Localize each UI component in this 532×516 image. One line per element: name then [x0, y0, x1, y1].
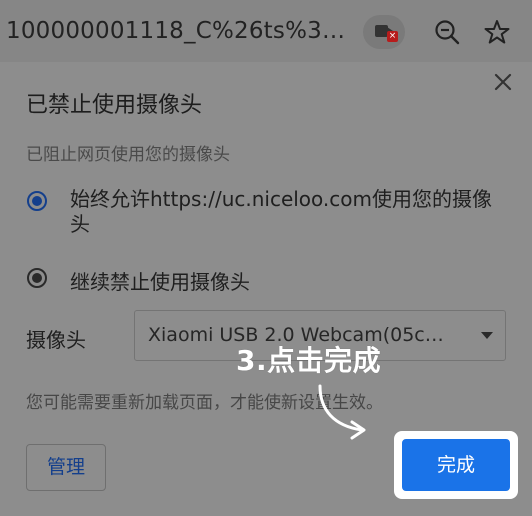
annotation-arrow-icon [318, 384, 366, 440]
done-button[interactable]: 完成 [402, 439, 510, 491]
option-allow-label[interactable]: 始终允许https://uc.niceloo.com使用您的摄像头 [70, 187, 510, 237]
annotation-text: 3.点击完成 [236, 344, 382, 377]
radio-block[interactable] [27, 268, 47, 288]
camera-permission-dialog: 已禁止使用摄像头 已阻止网页使用您的摄像头 始终允许https://uc.nic… [0, 62, 532, 516]
address-bar: 100000001118_C%26ts%3… × [0, 0, 532, 62]
manage-button[interactable]: 管理 [26, 444, 106, 491]
dialog-title: 已禁止使用摄像头 [26, 93, 203, 118]
camera-blocked-button[interactable]: × [363, 15, 405, 49]
camera-label: 摄像头 [26, 328, 86, 352]
done-highlight-frame: 完成 [394, 431, 518, 499]
star-icon[interactable] [484, 19, 510, 45]
dialog-subtitle: 已阻止网页使用您的摄像头 [26, 145, 230, 165]
url-text[interactable]: 100000001118_C%26ts%3… [6, 18, 345, 44]
radio-allow[interactable] [27, 191, 47, 211]
zoom-out-icon[interactable] [434, 19, 460, 45]
chevron-down-icon [481, 332, 493, 339]
close-icon[interactable] [491, 70, 515, 94]
option-block-label[interactable]: 继续禁止使用摄像头 [70, 266, 250, 295]
